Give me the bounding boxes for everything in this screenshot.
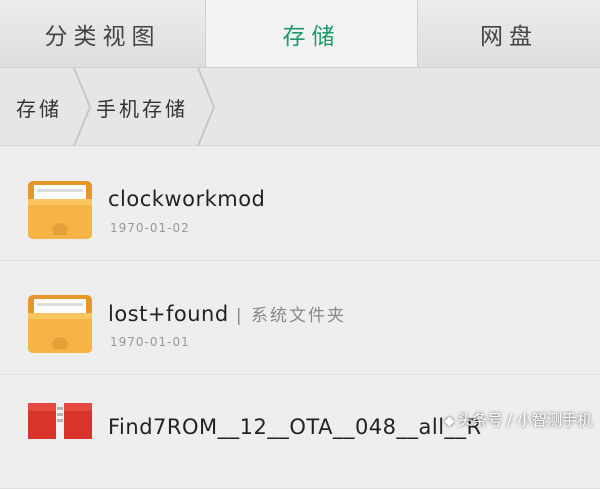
zip-archive-icon <box>26 399 94 443</box>
folder-icon <box>26 291 94 355</box>
breadcrumb-storage[interactable]: 存储 <box>16 68 62 146</box>
folder-icon <box>26 177 94 241</box>
breadcrumb-separator-icon <box>196 68 216 146</box>
breadcrumb: 存储 手机存储 <box>0 68 600 146</box>
file-name: Find7ROM__12__OTA__048__all__R <box>108 415 482 439</box>
tab-label: 网盘 <box>480 23 538 50</box>
breadcrumb-separator-icon <box>72 68 92 146</box>
list-item[interactable]: clockworkmod 1970-01-02 <box>0 147 600 261</box>
watermark: ◆ 头条号 / 小智测手机 <box>444 411 592 429</box>
file-name: clockworkmod <box>108 187 266 211</box>
file-date: 1970-01-01 <box>110 335 190 349</box>
tab-storage[interactable]: 存储 <box>206 0 418 67</box>
watermark-icon: ◆ <box>444 414 455 429</box>
list-item[interactable]: lost+found | 系统文件夹 1970-01-01 <box>0 261 600 375</box>
file-name: lost+found | 系统文件夹 <box>108 302 346 326</box>
file-date: 1970-01-02 <box>110 221 190 235</box>
tab-cloud-drive[interactable]: 网盘 <box>418 0 600 67</box>
system-folder-tag: | 系统文件夹 <box>235 306 346 326</box>
breadcrumb-phone-storage[interactable]: 手机存储 <box>96 68 188 146</box>
tab-label: 分类视图 <box>44 23 161 50</box>
top-tab-bar: 分类视图 存储 网盘 <box>0 0 600 68</box>
list-item[interactable]: Find7ROM__12__OTA__048__all__R <box>0 375 600 489</box>
tab-category-view[interactable]: 分类视图 <box>0 0 206 67</box>
tab-label: 存储 <box>282 23 341 50</box>
